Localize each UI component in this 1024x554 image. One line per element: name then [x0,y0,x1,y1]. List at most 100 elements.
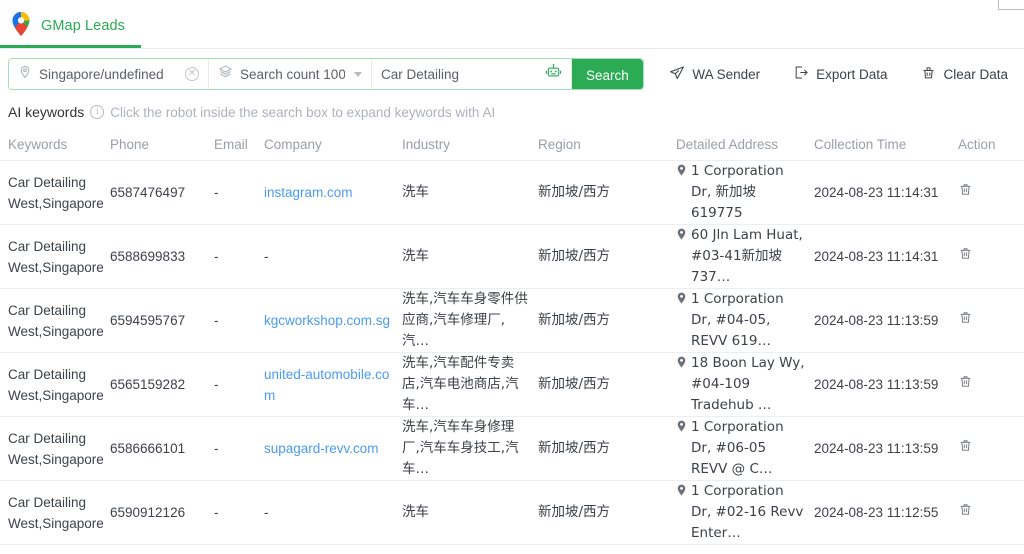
cell-collection-time: 2024-08-23 11:12:55 [814,505,939,520]
cell-region: 新加坡/西方 [538,312,611,328]
ai-keywords-hint: Click the robot inside the search box to… [110,104,496,120]
map-marker-icon [676,289,687,310]
cell-region: 新加坡/西方 [538,248,611,264]
column-header-phone: Phone [110,137,150,152]
column-header-email: Email [214,137,248,152]
cell-company: kgcworkshop.com.sg [264,310,402,331]
cell-keywords: Car Detailing West,Singapore [8,494,104,531]
trash-icon[interactable] [958,502,973,523]
broom-icon [921,65,936,83]
search-group: Singapore/undefined ✕ Search count 100( … [8,58,644,90]
cell-address: 1 Corporation Dr, #06-05 REVV @ C… [676,417,814,480]
keyword-value[interactable]: Car Detailing [381,67,538,82]
table-row[interactable]: Car Detailing West,Singapore 6594595767 - k… [0,289,1024,353]
cell-email: - [214,505,219,520]
column-header-company: Company [264,137,322,152]
tab-bar: GMap Leads [0,0,1024,49]
ai-keywords-title: AI keywords [8,104,85,120]
clear-circle-icon[interactable]: ✕ [185,67,199,81]
company-link[interactable]: kgcworkshop.com.sg [264,313,390,328]
company-link[interactable]: united-automobile.com [264,367,389,403]
wa-sender-label: WA Sender [692,66,761,82]
column-header-keywords: Keywords [8,137,68,152]
search-button[interactable]: Search [572,59,643,89]
location-pin-icon [18,65,32,84]
table-body: Car Detailing West,Singapore 6587476497 - i… [0,161,1024,545]
cell-email: - [214,249,219,264]
cell-industry: 洗车 [402,248,429,264]
trash-icon[interactable] [958,374,973,395]
cell-email: - [214,185,219,200]
cell-action [952,182,1012,203]
cell-action [952,502,1012,523]
table-header-row: Keywords Phone Email Company Industry Re… [0,129,1024,161]
company-link[interactable]: instagram.com [264,185,353,200]
map-marker-icon [676,161,687,182]
clear-data-button[interactable]: Clear Data [921,65,1008,83]
cell-industry: 洗车,汽车配件专卖店,汽车电池商店,汽车… [402,355,519,413]
table-row[interactable]: Car Detailing West,Singapore 6565159282 - u… [0,353,1024,417]
cell-industry: 洗车,汽车车身零件供应商,汽车修理厂,汽… [402,291,528,349]
location-input[interactable]: Singapore/undefined ✕ [9,59,209,89]
cell-phone: 6594595767 [110,313,186,328]
company-value: - [264,505,269,520]
cell-keywords: Car Detailing West,Singapore [8,366,104,403]
cell-phone: 6588699833 [110,249,186,264]
cell-region: 新加坡/西方 [538,184,611,200]
address-text: 60 Jln Lam Huat, #03-41新加坡 737… [691,227,803,285]
cell-keywords: Car Detailing West,Singapore [8,238,104,275]
cell-action [952,438,1012,459]
toolbar: Singapore/undefined ✕ Search count 100( … [0,49,1024,99]
map-marker-icon [676,481,687,502]
address-text: 18 Boon Lay Wy, #04-109 Tradehub … [691,355,805,413]
cell-industry: 洗车 [402,184,429,200]
cell-keywords: Car Detailing West,Singapore [8,174,104,211]
export-data-button[interactable]: Export Data [794,65,887,83]
table-head: Keywords Phone Email Company Industry Re… [0,129,1024,161]
column-header-action: Action [958,137,996,152]
wa-sender-button[interactable]: WA Sender [669,65,760,84]
column-header-address: Detailed Address [676,137,779,152]
cell-company: united-automobile.com [264,364,402,406]
table-row[interactable]: Car Detailing West,Singapore 6590912126 - -… [0,481,1024,545]
tab-label: GMap Leads [41,18,126,34]
tab-gmap-leads[interactable]: GMap Leads [0,0,142,48]
search-count-value: Search count 100( [240,66,345,82]
company-link[interactable]: supagard-revv.com [264,441,379,456]
layers-icon [218,64,233,84]
cell-region: 新加坡/西方 [538,376,611,392]
company-value: - [264,249,269,264]
trash-icon[interactable] [958,182,973,203]
table-row[interactable]: Car Detailing West,Singapore 6586666101 - s… [0,417,1024,481]
cell-company: - [264,502,402,523]
cell-phone: 6590912126 [110,505,186,520]
trash-icon[interactable] [958,438,973,459]
search-count-select[interactable]: Search count 100( [209,59,372,89]
app-root: GMap Leads Singapore/undefined ✕ Search … [0,0,1024,554]
cell-keywords: Car Detailing West,Singapore [8,430,104,467]
cell-collection-time: 2024-08-23 11:14:31 [814,185,939,200]
info-circle-icon[interactable]: i [90,105,105,119]
cell-phone: 6586666101 [110,441,186,456]
cell-collection-time: 2024-08-23 11:13:59 [814,313,939,328]
address-text: 1 Corporation Dr, #06-05 REVV @ C… [691,419,784,477]
cell-company: supagard-revv.com [264,438,402,459]
table-row[interactable]: Car Detailing West,Singapore 6588699833 - -… [0,225,1024,289]
trash-icon[interactable] [958,246,973,267]
cell-action [952,310,1012,331]
cell-phone: 6587476497 [110,185,186,200]
cell-address: 1 Corporation Dr, #04-05, REVV 619… [676,289,814,352]
cell-email: - [214,441,219,456]
cell-address: 18 Boon Lay Wy, #04-109 Tradehub … [676,353,814,416]
address-text: 1 Corporation Dr, #02-16 Revv Enter… [691,483,804,541]
trash-icon[interactable] [958,310,973,331]
cell-address: 1 Corporation Dr, 新加坡 619775 [676,161,814,224]
cell-keywords: Car Detailing West,Singapore [8,302,104,339]
chevron-down-icon[interactable] [354,71,362,77]
robot-icon[interactable] [545,63,562,85]
table-row[interactable]: Car Detailing West,Singapore 6587476497 - i… [0,161,1024,225]
map-marker-icon [676,225,687,246]
location-value: Singapore/undefined [39,66,164,82]
export-icon [794,65,809,83]
keyword-input[interactable]: Car Detailing [372,59,572,89]
